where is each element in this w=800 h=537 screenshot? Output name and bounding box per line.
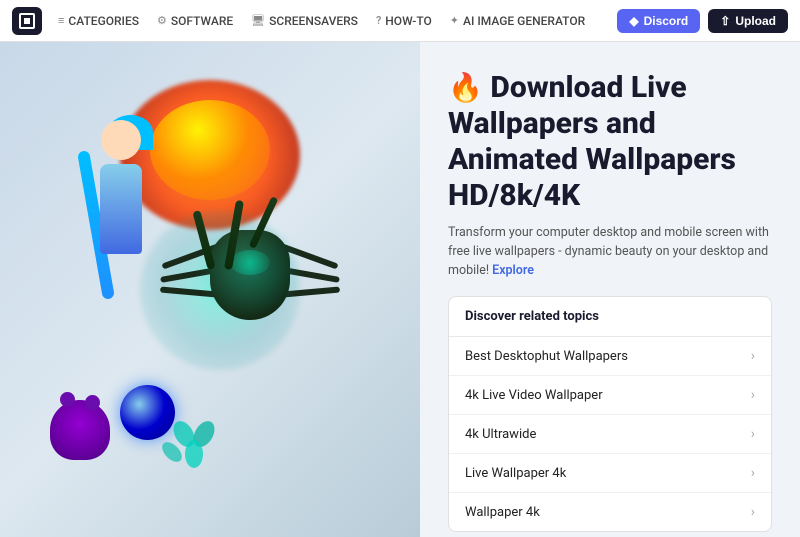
howto-icon: ?: [376, 14, 381, 27]
content-area: 🔥 Download Live Wallpapers and Animated …: [420, 42, 800, 537]
screensavers-icon: 🖥: [251, 14, 265, 27]
chevron-icon-4: ›: [751, 504, 755, 520]
topic-item-1[interactable]: 4k Live Video Wallpaper ›: [449, 376, 771, 415]
nav-categories[interactable]: ≡ CATEGORIES: [58, 14, 139, 28]
discord-button[interactable]: ◆ Discord: [617, 9, 700, 33]
upload-icon: ⇧: [720, 14, 730, 28]
nav-actions: ◆ Discord ⇧ Upload: [617, 9, 788, 33]
topics-card: Discover related topics Best Desktophut …: [448, 296, 772, 532]
blue-orb: [120, 385, 175, 440]
topic-item-4[interactable]: Wallpaper 4k ›: [449, 493, 771, 531]
topic-item-2[interactable]: 4k Ultrawide ›: [449, 415, 771, 454]
nav-howto[interactable]: ? HOW-TO: [376, 14, 432, 28]
girl-head: [101, 120, 141, 160]
girl-body: [100, 164, 142, 254]
topic-item-0[interactable]: Best Desktophut Wallpapers ›: [449, 337, 771, 376]
categories-icon: ≡: [58, 14, 64, 27]
teal-flowers: [170, 410, 240, 480]
chevron-icon-1: ›: [751, 387, 755, 403]
spider-creature: [150, 190, 350, 390]
hero-title: 🔥 Download Live Wallpapers and Animated …: [448, 70, 772, 214]
chevron-icon-2: ›: [751, 426, 755, 442]
hero-characters: [20, 60, 400, 520]
discord-icon: ◆: [629, 14, 638, 28]
nav-screensavers[interactable]: 🖥 SCREENSAVERS: [251, 14, 358, 28]
navbar: ≡ CATEGORIES ⚙ SOFTWARE 🖥 SCREENSAVERS ?…: [0, 0, 800, 42]
chevron-icon-3: ›: [751, 465, 755, 481]
main-content: 🔥 Download Live Wallpapers and Animated …: [0, 42, 800, 537]
fire-emoji: 🔥: [448, 71, 483, 104]
topics-header: Discover related topics: [449, 297, 771, 337]
nav-links: ≡ CATEGORIES ⚙ SOFTWARE 🖥 SCREENSAVERS ?…: [58, 14, 601, 28]
hero-image-area: [0, 42, 420, 537]
software-icon: ⚙: [157, 14, 167, 27]
ai-icon: ✦: [450, 14, 459, 27]
nav-ai-generator[interactable]: ✦ AI IMAGE GENERATOR: [450, 14, 585, 28]
hero-subtitle: Transform your computer desktop and mobi…: [448, 224, 772, 280]
upload-button[interactable]: ⇧ Upload: [708, 9, 788, 33]
explore-link[interactable]: Explore: [492, 263, 534, 278]
topic-item-3[interactable]: Live Wallpaper 4k ›: [449, 454, 771, 493]
chevron-icon-0: ›: [751, 348, 755, 364]
nav-software[interactable]: ⚙ SOFTWARE: [157, 14, 233, 28]
logo[interactable]: [12, 7, 42, 35]
purple-creature: [50, 400, 110, 460]
